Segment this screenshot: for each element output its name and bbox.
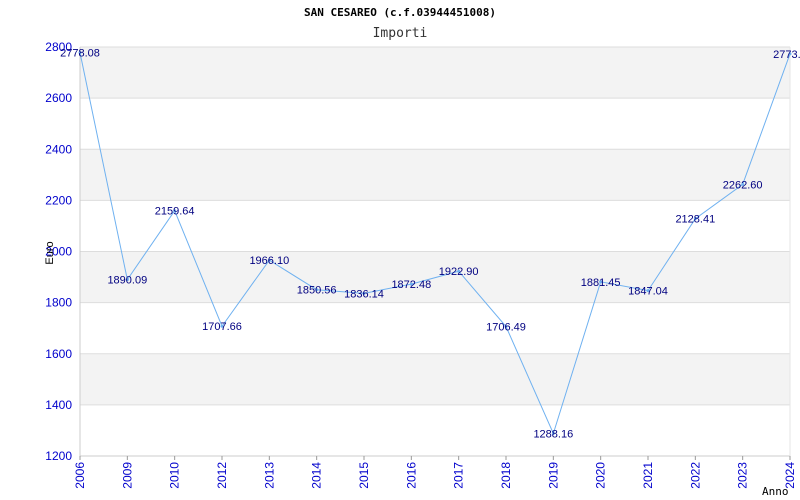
data-label: 1836.14 bbox=[344, 288, 384, 300]
x-tick-label: 2010 bbox=[168, 462, 182, 489]
data-label: 1707.66 bbox=[202, 321, 242, 333]
data-label: 1872.48 bbox=[391, 279, 431, 291]
data-label: 2778.08 bbox=[60, 48, 100, 60]
data-label: 1922.90 bbox=[439, 266, 479, 278]
data-label: 2159.64 bbox=[155, 206, 195, 218]
data-label: 2773.3 bbox=[773, 49, 800, 61]
data-label: 1881.45 bbox=[581, 277, 621, 289]
x-axis-label: Anno bbox=[762, 485, 789, 498]
data-label: 1966.10 bbox=[249, 255, 289, 267]
y-tick-label: 1200 bbox=[45, 449, 72, 463]
data-label: 1850.56 bbox=[297, 285, 337, 297]
plot-band bbox=[80, 47, 790, 99]
y-tick-label: 1400 bbox=[45, 398, 72, 412]
plot-band bbox=[80, 353, 790, 405]
x-tick-label: 2018 bbox=[499, 462, 513, 489]
x-tick-label: 2013 bbox=[262, 462, 276, 489]
plot-band bbox=[80, 149, 790, 201]
x-tick-label: 2014 bbox=[310, 462, 324, 489]
x-tick-label: 2006 bbox=[73, 462, 87, 489]
x-tick-labels: 2006 2009 2010 2012 2013 2014 2015 2016 2017 2018… bbox=[73, 456, 797, 489]
y-tick-label: 2200 bbox=[45, 193, 72, 207]
x-tick-label: 2017 bbox=[452, 462, 466, 489]
data-label: 1288.16 bbox=[533, 428, 573, 440]
plot-band bbox=[80, 251, 790, 303]
y-tick-label: 1800 bbox=[45, 296, 72, 310]
x-tick-label: 2020 bbox=[594, 462, 608, 489]
y-tick-label: 2400 bbox=[45, 142, 72, 156]
x-tick-label: 2012 bbox=[215, 462, 229, 489]
data-label: 1847.04 bbox=[628, 286, 668, 298]
y-tick-label: 1600 bbox=[45, 347, 72, 361]
y-axis-label: Euro bbox=[44, 241, 56, 264]
x-tick-label: 2022 bbox=[688, 462, 702, 489]
x-tick-label: 2016 bbox=[404, 462, 418, 489]
plot-bands bbox=[80, 47, 790, 405]
line-chart: 120014001600180020002200240026002800 200… bbox=[44, 40, 800, 498]
data-label: 1706.49 bbox=[486, 322, 526, 334]
data-label: 1890.09 bbox=[107, 275, 147, 287]
x-tick-label: 2015 bbox=[357, 462, 371, 489]
y-tick-label: 2600 bbox=[45, 91, 72, 105]
x-tick-label: 2021 bbox=[641, 462, 655, 489]
x-tick-label: 2009 bbox=[120, 462, 134, 489]
x-tick-label: 2019 bbox=[546, 462, 560, 489]
data-label: 2128.41 bbox=[675, 214, 715, 226]
data-label: 2262.60 bbox=[723, 179, 763, 191]
x-tick-label: 2023 bbox=[736, 462, 750, 489]
